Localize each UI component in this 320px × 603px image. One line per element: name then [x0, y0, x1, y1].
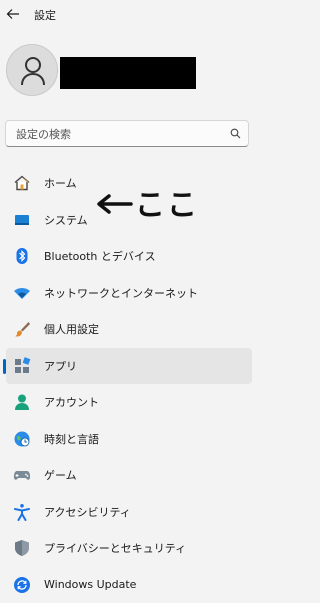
- search-box[interactable]: [5, 120, 249, 147]
- sidebar-nav: ホーム システム Bluetooth とデバイス ネットワークとインタ: [0, 165, 254, 603]
- account-icon: [12, 392, 32, 412]
- sidebar-item-label: アカウント: [44, 394, 99, 410]
- sidebar-item-label: Windows Update: [44, 578, 136, 591]
- sidebar-item-bluetooth[interactable]: Bluetooth とデバイス: [6, 238, 252, 275]
- redacted-username: [60, 57, 196, 89]
- selection-indicator: [3, 359, 6, 374]
- sidebar-item-windows-update[interactable]: Windows Update: [6, 567, 252, 603]
- gamepad-icon: [12, 465, 32, 485]
- sidebar-item-gaming[interactable]: ゲーム: [6, 457, 252, 494]
- search-input[interactable]: [14, 125, 218, 144]
- apps-icon: [12, 356, 32, 376]
- sidebar-item-label: ネットワークとインターネット: [44, 285, 198, 301]
- accessibility-icon: [12, 502, 32, 522]
- annotation-callout: ここ: [95, 186, 205, 222]
- annotation-arrow-icon: [95, 186, 135, 222]
- shield-icon: [12, 538, 32, 558]
- annotation-text: ここ: [135, 180, 199, 224]
- search-icon[interactable]: [230, 128, 241, 139]
- sidebar-item-label: ゲーム: [44, 467, 77, 483]
- profile-card[interactable]: [0, 38, 254, 108]
- title-bar: 設定: [0, 0, 254, 30]
- network-icon: [12, 283, 32, 303]
- sidebar-item-label: システム: [44, 212, 88, 228]
- user-icon: [20, 56, 46, 86]
- sidebar-item-label: プライバシーとセキュリティ: [44, 540, 186, 556]
- sidebar-item-accessibility[interactable]: アクセシビリティ: [6, 494, 252, 531]
- avatar[interactable]: [6, 44, 58, 96]
- bluetooth-icon: [12, 246, 32, 266]
- sidebar-item-account[interactable]: アカウント: [6, 384, 252, 421]
- personalization-brush-icon: [12, 319, 32, 339]
- sidebar-item-label: 個人用設定: [44, 321, 99, 337]
- sidebar-item-label: アクセシビリティ: [44, 504, 131, 520]
- sidebar-item-personalization[interactable]: 個人用設定: [6, 311, 252, 348]
- window-title: 設定: [34, 7, 56, 23]
- sidebar-item-label: Bluetooth とデバイス: [44, 248, 156, 264]
- sidebar-item-network[interactable]: ネットワークとインターネット: [6, 275, 252, 312]
- time-language-icon: [12, 429, 32, 449]
- back-arrow-icon[interactable]: [6, 7, 20, 21]
- sidebar-item-label: ホーム: [44, 175, 77, 191]
- windows-update-icon: [12, 575, 32, 595]
- home-icon: [12, 173, 32, 193]
- sidebar-item-label: 時刻と言語: [44, 431, 99, 447]
- sidebar-item-time-language[interactable]: 時刻と言語: [6, 421, 252, 458]
- system-icon: [12, 210, 32, 230]
- sidebar-item-apps[interactable]: アプリ: [6, 348, 252, 385]
- sidebar-item-label: アプリ: [44, 358, 77, 374]
- sidebar-item-privacy-security[interactable]: プライバシーとセキュリティ: [6, 530, 252, 567]
